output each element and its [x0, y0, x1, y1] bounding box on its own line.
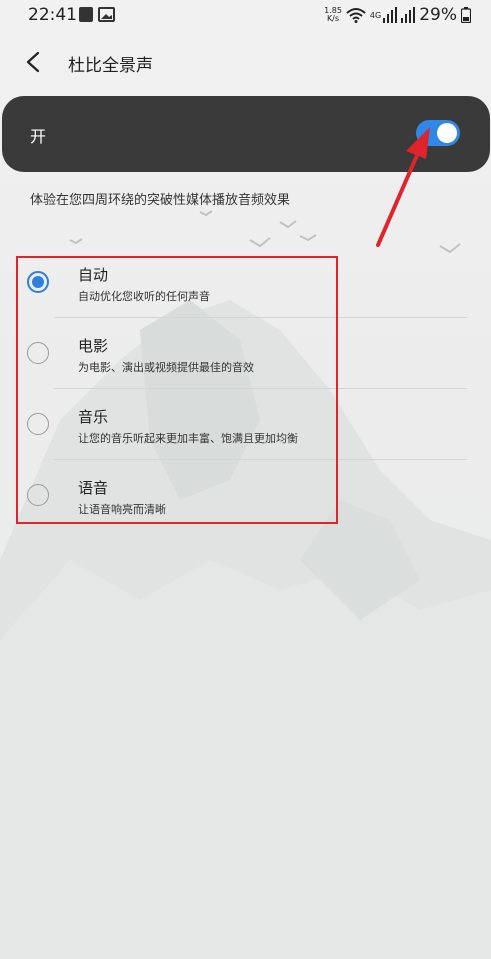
description-text: 体验在您四周环绕的突破性媒体播放音频效果	[30, 193, 291, 208]
battery-icon	[461, 7, 471, 23]
signal-icon	[383, 7, 398, 23]
status-right: 1.85 K/s 4G 29%	[324, 5, 471, 25]
network-speed: 1.85 K/s	[324, 6, 342, 23]
notification-icons	[79, 7, 119, 28]
switch-knob	[437, 123, 457, 143]
annotation-highlight-box	[16, 256, 338, 524]
back-arrow-icon[interactable]	[22, 50, 46, 74]
signal-icon-2	[401, 7, 416, 23]
page-title: 杜比全景声	[68, 56, 153, 76]
toggle-label: 开	[30, 127, 47, 146]
app-bar: 杜比全景声	[0, 40, 491, 86]
app-notification-icon	[79, 7, 93, 22]
network-type: 4G	[369, 10, 382, 20]
battery-percent: 29%	[419, 5, 457, 25]
wifi-icon	[346, 8, 366, 23]
status-bar: 22:41 1.85 K/s 4G 29%	[0, 0, 491, 30]
status-time: 22:41	[28, 5, 77, 25]
annotation-arrow-icon	[376, 127, 430, 247]
